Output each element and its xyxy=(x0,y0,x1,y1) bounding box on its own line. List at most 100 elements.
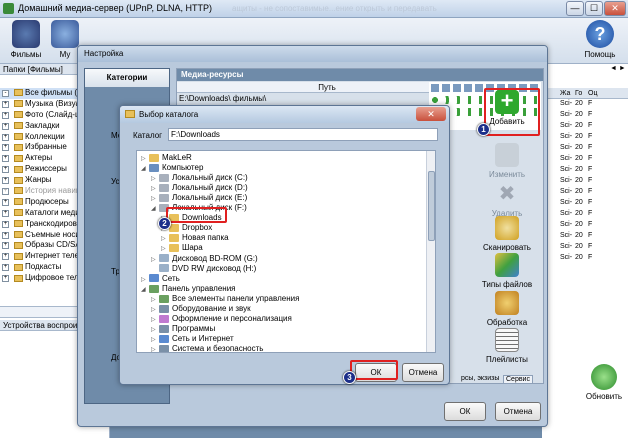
films-button[interactable]: Фильмы xyxy=(4,20,48,62)
tree-node-label: Программы xyxy=(172,323,216,333)
tree-node-label: MakLeR xyxy=(162,153,192,162)
list-header: Жа Го Оц xyxy=(542,88,628,99)
maximize-button[interactable]: ☐ xyxy=(585,1,603,16)
music-button[interactable]: Му xyxy=(50,20,80,62)
tree-node-16[interactable]: ▷ Оборудование и звук xyxy=(151,304,251,314)
tree-node-1[interactable]: ▷ MakLeR xyxy=(141,153,192,163)
tree-node-20[interactable]: ▷ Система и безопасность xyxy=(151,344,263,352)
catalog-label: Каталог xyxy=(133,131,163,140)
table-row[interactable]: Sci- 20 F xyxy=(542,177,628,188)
tree-node-14[interactable]: ◢ Панель управления xyxy=(141,284,236,294)
folder-icon xyxy=(14,241,23,249)
table-row[interactable]: Sci- 20 F xyxy=(542,100,628,111)
window-title: Домашний медиа-сервер (UPnP, DLNA, HTTP) xyxy=(18,3,212,13)
categories-header: Категории xyxy=(85,69,169,87)
folder-icon xyxy=(14,252,23,260)
table-row[interactable]: Sci- 20 F xyxy=(542,221,628,232)
settings-cancel-button[interactable]: Отмена xyxy=(495,402,541,421)
step-badge-1: 1 xyxy=(477,123,490,136)
scroll-thumb[interactable] xyxy=(428,171,435,241)
film-reel-icon xyxy=(12,20,40,48)
tree-node-label: Локальный диск (E:) xyxy=(172,193,248,203)
scan-icon xyxy=(495,216,519,240)
folder-icon xyxy=(14,122,23,130)
table-row[interactable]: Sci- 20 F xyxy=(542,166,628,177)
tree-node-label: Панель управления xyxy=(162,283,236,293)
folder-icon xyxy=(125,110,135,118)
tree-node-10[interactable]: ▷ Шара xyxy=(161,243,203,253)
tree-node-12[interactable]: DVD RW дисковод (H:) xyxy=(151,264,256,274)
folder-icon xyxy=(14,100,23,108)
table-row[interactable]: Sci- 20 F xyxy=(542,122,628,133)
file-types-icon xyxy=(495,253,519,277)
folder-icon xyxy=(169,234,179,243)
browse-cancel-button[interactable]: Отмена xyxy=(402,363,444,382)
path-row[interactable]: E:\Downloads\ фильмы\ xyxy=(179,94,266,103)
step-badge-3: 3 xyxy=(343,371,356,384)
table-row[interactable]: Sci- 20 F xyxy=(542,111,628,122)
control-panel-icon xyxy=(149,284,159,293)
tree-node-11[interactable]: ▷ Дисковод BD-ROM (G:) xyxy=(151,254,258,264)
tree-node-3[interactable]: ▷ Локальный диск (C:) xyxy=(151,173,248,183)
tree-node-5[interactable]: ▷ Локальный диск (E:) xyxy=(151,193,247,203)
playlist-icon xyxy=(495,328,519,352)
folder-icon xyxy=(14,230,23,238)
refresh-button[interactable]: Обновить xyxy=(582,364,626,410)
tree-scrollbar[interactable] xyxy=(426,151,435,352)
music-icon xyxy=(51,20,79,48)
expand-arrow-icon[interactable]: ◢ xyxy=(151,204,159,214)
folder-icon xyxy=(14,154,23,162)
folder-icon xyxy=(169,244,179,253)
catalog-input[interactable]: F:\Downloads xyxy=(168,128,438,141)
ok-highlight xyxy=(350,360,398,380)
settings-ok-button[interactable]: ОК xyxy=(444,402,486,421)
tree-node-label: Сеть и Интернет xyxy=(172,333,234,343)
step-badge-2: 2 xyxy=(158,217,171,230)
table-row[interactable]: Sci- 20 F xyxy=(542,199,628,210)
tree-node-9[interactable]: ▷ Новая папка xyxy=(161,233,229,243)
table-row[interactable]: Sci- 20 F xyxy=(542,155,628,166)
tree-node-18[interactable]: ▷ Программы xyxy=(151,324,215,334)
minimize-button[interactable]: — xyxy=(566,1,584,16)
hardware-icon xyxy=(159,304,169,313)
tree-node-13[interactable]: ▷ Сеть xyxy=(141,274,180,284)
tree-node-label: Локальный диск (C:) xyxy=(172,173,248,183)
downloads-highlight xyxy=(166,207,227,223)
tree-node-15[interactable]: ▷ Все элементы панели управления xyxy=(151,294,299,304)
table-row[interactable]: Sci- 20 F xyxy=(542,254,628,265)
network-icon xyxy=(159,334,169,343)
security-icon xyxy=(159,344,169,352)
table-row[interactable]: Sci- 20 F xyxy=(542,133,628,144)
browse-close-button[interactable]: ✕ xyxy=(416,107,446,121)
close-button[interactable]: ✕ xyxy=(604,1,626,16)
table-row[interactable]: Sci- 20 F xyxy=(542,232,628,243)
tree-node-2[interactable]: ◢ Компьютер xyxy=(141,163,203,173)
refresh-icon xyxy=(591,364,617,390)
tree-node-label: Оформление и персонализация xyxy=(172,313,292,323)
folder-icon xyxy=(14,198,23,206)
expand-arrow-icon[interactable]: ◢ xyxy=(141,164,149,174)
media-resources-header: Медиа-ресурсы xyxy=(177,69,543,81)
folder-icon xyxy=(14,209,23,217)
horizontal-scroll[interactable]: ◄ ► xyxy=(610,65,626,72)
tree-node-label: Все элементы панели управления xyxy=(172,293,300,303)
tree-node-17[interactable]: ▷ Оформление и персонализация xyxy=(151,314,292,324)
tree-node-19[interactable]: ▷ Сеть и Интернет xyxy=(151,334,234,344)
help-button[interactable]: ? Помощь xyxy=(578,20,622,62)
tree-node-4[interactable]: ▷ Локальный диск (D:) xyxy=(151,183,248,193)
browse-title-bar: Выбор каталога ✕ xyxy=(120,106,449,123)
network-icon xyxy=(149,274,159,283)
computer-icon xyxy=(149,163,159,172)
table-row[interactable]: Sci- 20 F xyxy=(542,188,628,199)
table-row[interactable]: Sci- 20 F xyxy=(542,210,628,221)
expand-arrow-icon[interactable]: ◢ xyxy=(141,285,149,295)
expand-arrow-icon[interactable]: ▷ xyxy=(151,345,159,352)
tree-node-label: Компьютер xyxy=(162,163,204,173)
drive-icon xyxy=(159,173,169,182)
drive-icon xyxy=(159,184,169,193)
list-rows: Sci- 20 F Sci- 20 F Sci- 20 F Sci- 20 F Sci- 20 F … xyxy=(542,100,628,280)
user-icon xyxy=(149,153,159,162)
table-row[interactable]: Sci- 20 F xyxy=(542,144,628,155)
playlists-button[interactable]: Плейлисты xyxy=(478,322,536,378)
table-row[interactable]: Sci- 20 F xyxy=(542,243,628,254)
